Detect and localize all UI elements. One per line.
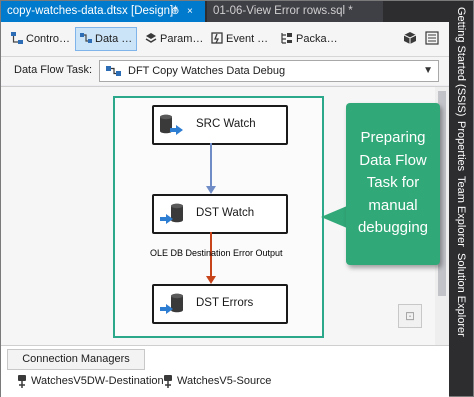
zoom-fit-icon[interactable]: ⊡ [398,304,422,328]
ssis-designer-window: copy-watches-data.dtsx [Design]* ⊕ × 01-… [0,0,474,397]
component-label: DST Watch [196,207,255,219]
arrow-head-icon [206,276,216,284]
tab-label: 01-06-View Error rows.sql * [213,5,353,17]
tab-parameters[interactable]: Param… [141,28,205,50]
side-tab-getting-started[interactable]: Getting Started (SSIS) [452,7,470,116]
connection-manager-item[interactable]: WatchesV5DW-Destination [17,373,164,389]
data-flow-task-icon [106,66,121,76]
document-tab-strip: copy-watches-data.dtsx [Design]* ⊕ × 01-… [1,1,449,22]
tab-label: Contro… [26,33,71,45]
pin-icon[interactable]: ⊕ [171,1,179,22]
connection-managers-panel: Connection Managers WatchesV5DW-Destinat… [1,345,449,397]
tab-label: Param… [160,33,204,45]
data-path[interactable] [210,143,212,191]
tab-view-error-rows[interactable]: 01-06-View Error rows.sql * [207,1,383,22]
side-tab-solution-explorer[interactable]: Solution Explorer [452,253,470,337]
chevron-down-icon: ▼ [423,65,433,76]
tab-connection-managers[interactable]: Connection Managers [7,349,145,370]
destination-db-icon [160,293,183,314]
side-dock: Getting Started (SSIS) Properties Team E… [449,1,473,396]
component-label: SRC Watch [196,118,256,130]
side-tab-team-explorer[interactable]: Team Explorer [452,176,470,247]
data-flow-task-label: Data Flow Task: [14,64,93,76]
callout-line: Preparing [360,129,426,146]
annotation-callout: Preparing Data Flow Task for manual debu… [346,103,440,265]
callout-pointer [321,206,347,228]
package-icon[interactable] [403,31,417,45]
tab-copy-watches-data[interactable]: copy-watches-data.dtsx [Design]* ⊕ × [1,1,205,22]
tab-package-explorer[interactable]: Packa… [277,28,343,50]
source-component[interactable]: SRC Watch [152,105,288,145]
component-label: DST Errors [196,297,254,309]
connection-label: WatchesV5DW-Destination [31,375,164,387]
package-explorer-icon [281,33,292,44]
destination-db-icon [160,203,183,224]
close-icon[interactable]: × [187,1,193,22]
connection-icon [164,374,172,388]
callout-line: debugging [357,219,429,236]
destination-component[interactable]: DST Watch [152,194,288,234]
tab-label: Data … [95,33,133,45]
selected-task: DFT Copy Watches Data Debug [128,65,286,77]
connection-icon [18,374,26,388]
data-flow-task-bar: Data Flow Task: DFT Copy Watches Data De… [1,57,449,85]
error-destination-component[interactable]: DST Errors [152,284,288,324]
tab-label: Event … [226,33,269,45]
tab-data-flow[interactable]: Data … [75,27,137,51]
data-flow-task-dropdown[interactable]: DFT Copy Watches Data Debug ▼ [99,60,439,82]
tab-label: copy-watches-data.dtsx [Design]* [7,5,178,17]
source-db-icon [160,114,183,135]
error-output-label: OLE DB Destination Error Output [150,248,283,258]
callout-line: Data Flow [359,151,427,169]
connection-label: WatchesV5-Source [177,375,272,387]
variables-icon[interactable] [425,31,439,45]
control-flow-icon [11,32,23,45]
tab-event-handlers[interactable]: Event … [207,28,273,50]
tab-label: Packa… [296,33,338,45]
connection-manager-item[interactable]: WatchesV5-Source [163,373,271,389]
data-flow-icon [80,33,92,44]
tab-control-flow[interactable]: Contro… [7,28,73,50]
parameters-icon [145,33,157,43]
arrow-head-icon [206,186,216,194]
callout-line: Task for [366,174,420,191]
side-tab-properties[interactable]: Properties [452,121,470,171]
callout-line: manual [368,196,418,214]
event-handlers-icon [211,32,223,44]
designer-toolbar: Contro… Data … Param… Event … Packa… [1,22,449,57]
highlight-box: SRC Watch DST Watch OLE DB Destination E… [113,96,324,338]
